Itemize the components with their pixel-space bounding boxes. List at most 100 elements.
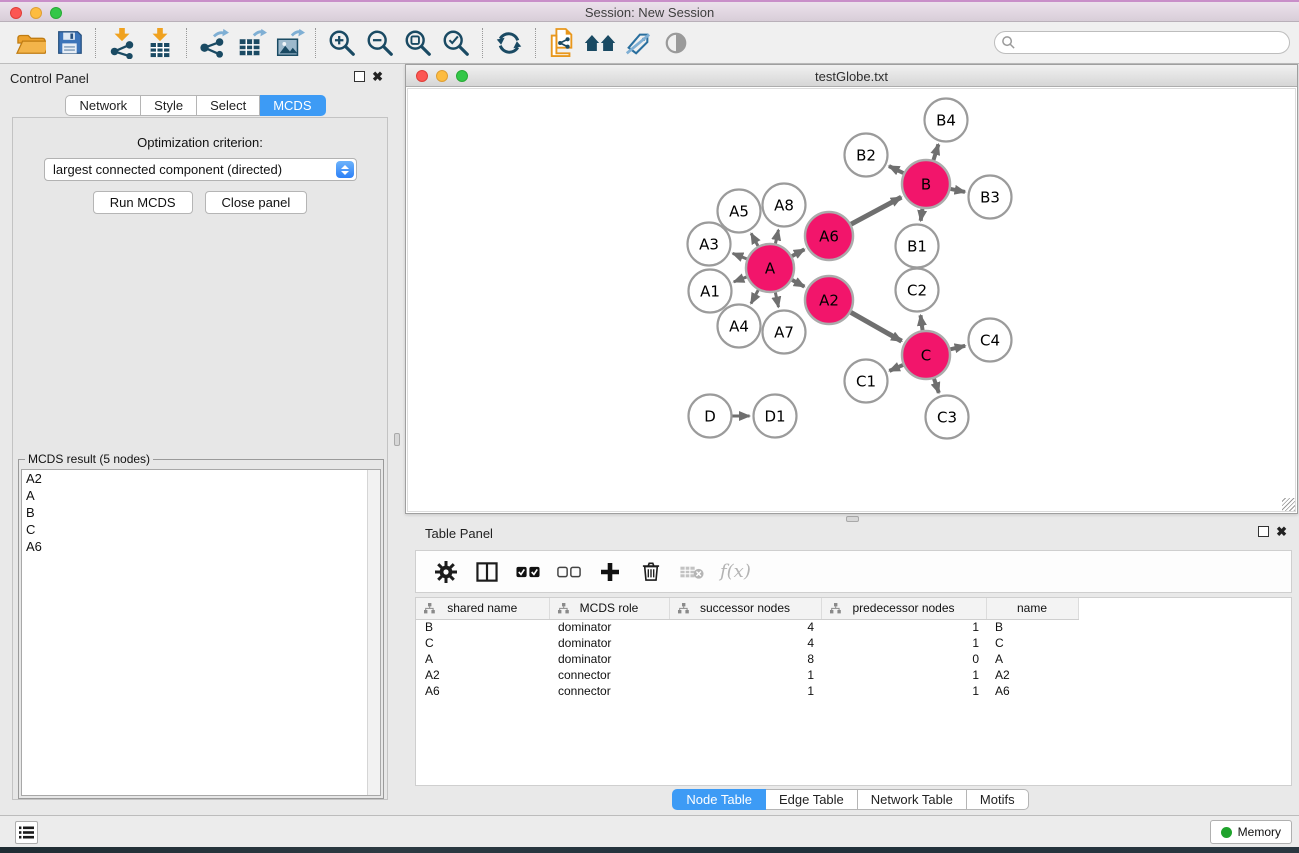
tab-edge-table[interactable]: Edge Table: [766, 789, 858, 810]
new-network-from-selection-button[interactable]: [543, 25, 581, 61]
edge-A-A3[interactable]: [733, 253, 747, 259]
table-cell[interactable]: connector: [549, 683, 669, 699]
node-D[interactable]: D: [689, 395, 732, 438]
deselect-all-button[interactable]: [556, 559, 582, 585]
show-details-button[interactable]: [657, 25, 695, 61]
table-cell[interactable]: dominator: [549, 635, 669, 651]
node-C3[interactable]: C3: [926, 396, 969, 439]
memory-button[interactable]: Memory: [1210, 820, 1292, 844]
node-B3[interactable]: B3: [969, 176, 1012, 219]
table-row[interactable]: A6connector11A6: [416, 683, 1078, 699]
column-header-name[interactable]: name: [986, 598, 1078, 619]
close-panel-icon[interactable]: ✖: [372, 71, 383, 82]
table-cell[interactable]: 1: [669, 667, 821, 683]
node-B[interactable]: B: [902, 160, 950, 208]
table-settings-button[interactable]: [433, 559, 459, 585]
save-session-button[interactable]: [50, 25, 88, 61]
column-header-mcds-role[interactable]: MCDS role: [549, 598, 669, 619]
export-table-button[interactable]: [232, 25, 270, 61]
node-A4[interactable]: A4: [718, 305, 761, 348]
network-window-title-bar[interactable]: testGlobe.txt: [406, 65, 1297, 87]
table-cell[interactable]: 1: [821, 635, 986, 651]
criterion-select[interactable]: largest connected component (directed): [44, 158, 357, 181]
edge-A-A4[interactable]: [751, 290, 758, 303]
node-B1[interactable]: B1: [896, 225, 939, 268]
close-table-panel-icon[interactable]: ✖: [1276, 526, 1287, 537]
close-panel-button[interactable]: Close panel: [205, 191, 308, 214]
edge-A-A8[interactable]: [775, 230, 778, 244]
table-cell[interactable]: dominator: [549, 619, 669, 635]
table-cell[interactable]: A: [416, 651, 549, 667]
toggle-column-panel-button[interactable]: [474, 559, 500, 585]
table-cell[interactable]: 1: [821, 619, 986, 635]
edge-B-B1[interactable]: [921, 209, 923, 221]
node-C2[interactable]: C2: [896, 269, 939, 312]
table-cell[interactable]: B: [416, 619, 549, 635]
edge-C-C1[interactable]: [889, 365, 903, 371]
node-A3[interactable]: A3: [688, 223, 731, 266]
table-cell[interactable]: 8: [669, 651, 821, 667]
node-C[interactable]: C: [902, 331, 950, 379]
edge-B-B2[interactable]: [889, 166, 904, 173]
table-cell[interactable]: A6: [986, 683, 1078, 699]
zoom-out-button[interactable]: [361, 25, 399, 61]
table-cell[interactable]: A2: [416, 667, 549, 683]
edge-C-C3[interactable]: [934, 379, 939, 393]
table-cell[interactable]: B: [986, 619, 1078, 635]
edge-A6-B[interactable]: [851, 197, 901, 224]
zoom-in-button[interactable]: [323, 25, 361, 61]
refresh-button[interactable]: [490, 25, 528, 61]
table-cell[interactable]: dominator: [549, 651, 669, 667]
table-cell[interactable]: 4: [669, 635, 821, 651]
node-B2[interactable]: B2: [845, 134, 888, 177]
tab-network[interactable]: Network: [65, 95, 141, 116]
node-A2[interactable]: A2: [805, 276, 853, 324]
column-header-shared-name[interactable]: shared name: [416, 598, 549, 619]
tab-mcds[interactable]: MCDS: [260, 95, 325, 116]
tab-node-table[interactable]: Node Table: [672, 789, 766, 810]
mcds-result-item[interactable]: A2: [22, 470, 380, 487]
edge-A2-C[interactable]: [851, 312, 902, 341]
create-column-button[interactable]: [597, 559, 623, 585]
edge-B-B3[interactable]: [950, 189, 965, 192]
export-image-button[interactable]: [270, 25, 308, 61]
mcds-result-item[interactable]: C: [22, 521, 380, 538]
table-cell[interactable]: connector: [549, 667, 669, 683]
table-row[interactable]: Bdominator41B: [416, 619, 1078, 635]
result-scrollbar[interactable]: [367, 470, 380, 795]
hide-labels-button[interactable]: [619, 25, 657, 61]
table-cell[interactable]: 1: [821, 683, 986, 699]
node-A1[interactable]: A1: [689, 270, 732, 313]
tab-network-table[interactable]: Network Table: [858, 789, 967, 810]
tab-motifs[interactable]: Motifs: [967, 789, 1029, 810]
table-cell[interactable]: 1: [669, 683, 821, 699]
function-builder-icon[interactable]: f(x): [720, 561, 751, 582]
edge-C-C4[interactable]: [950, 346, 965, 349]
run-mcds-button[interactable]: Run MCDS: [93, 191, 193, 214]
table-row[interactable]: A2connector11A2: [416, 667, 1078, 683]
edge-C-C2[interactable]: [920, 315, 922, 330]
table-cell[interactable]: A6: [416, 683, 549, 699]
mcds-result-item[interactable]: B: [22, 504, 380, 521]
node-A6[interactable]: A6: [805, 212, 853, 260]
float-table-panel-icon[interactable]: [1258, 526, 1269, 537]
edge-A-A6[interactable]: [792, 249, 804, 256]
table-cell[interactable]: 4: [669, 619, 821, 635]
import-network-button[interactable]: [103, 25, 141, 61]
tab-style[interactable]: Style: [141, 95, 197, 116]
mcds-result-item[interactable]: A: [22, 487, 380, 504]
tab-select[interactable]: Select: [197, 95, 260, 116]
split-divider-grip[interactable]: [394, 433, 400, 446]
import-table-button[interactable]: [141, 25, 179, 61]
edge-A-A1[interactable]: [734, 277, 747, 282]
table-row[interactable]: Adominator80A: [416, 651, 1078, 667]
edge-A-A7[interactable]: [775, 292, 778, 307]
node-B4[interactable]: B4: [925, 99, 968, 142]
node-A8[interactable]: A8: [763, 184, 806, 227]
zoom-selected-button[interactable]: [437, 25, 475, 61]
table-cell[interactable]: A: [986, 651, 1078, 667]
mcds-result-list[interactable]: A2ABCA6: [21, 469, 381, 796]
open-session-button[interactable]: [12, 25, 50, 61]
table-cell[interactable]: 1: [821, 667, 986, 683]
node-A5[interactable]: A5: [718, 190, 761, 233]
